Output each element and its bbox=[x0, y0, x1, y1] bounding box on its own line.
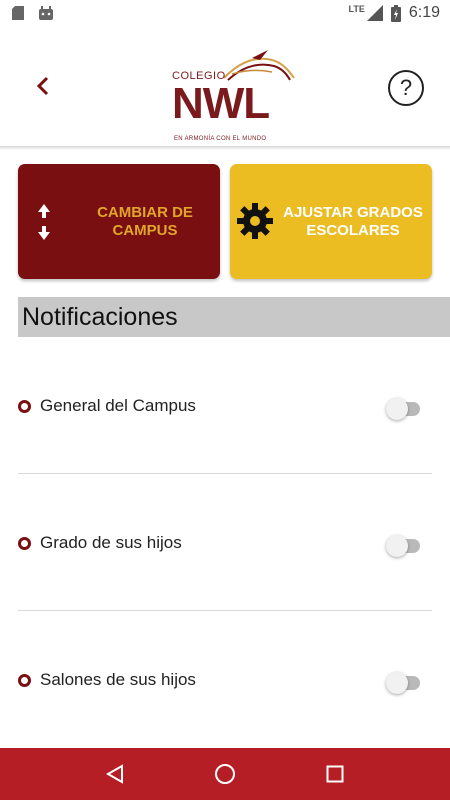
notification-item-general-campus: General del Campus bbox=[18, 381, 432, 431]
app-header: COLEGIO NWL EN ARMONÍA CON EL MUNDO ? bbox=[0, 26, 450, 146]
classrooms-toggle[interactable] bbox=[386, 669, 420, 694]
general-campus-toggle[interactable] bbox=[386, 395, 420, 420]
adjust-grades-button[interactable]: AJUSTAR GRADOS ESCOLARES bbox=[230, 164, 432, 279]
back-triangle-icon bbox=[105, 764, 123, 784]
home-circle-icon bbox=[215, 764, 235, 784]
logo-big-text: NWL bbox=[172, 79, 270, 128]
change-campus-label: CAMBIAR DE CAMPUS bbox=[97, 203, 193, 239]
toggle-thumb bbox=[386, 672, 408, 694]
nav-back-button[interactable] bbox=[95, 754, 135, 794]
change-campus-button[interactable]: CAMBIAR DE CAMPUS bbox=[18, 164, 220, 279]
notification-item-grade: Grado de sus hijos bbox=[18, 518, 432, 568]
swap-vertical-icon bbox=[36, 202, 52, 242]
divider bbox=[18, 610, 432, 611]
notifications-header: Notificaciones bbox=[18, 297, 450, 337]
nav-recents-button[interactable] bbox=[315, 754, 355, 794]
android-icon bbox=[39, 6, 53, 20]
recents-square-icon bbox=[326, 765, 344, 783]
status-bar: LTE 6:19 bbox=[0, 0, 450, 26]
colegio-nwl-logo: COLEGIO NWL EN ARMONÍA CON EL MUNDO bbox=[172, 48, 296, 142]
bullet-icon bbox=[18, 399, 31, 413]
gear-icon bbox=[236, 202, 274, 240]
help-icon: ? bbox=[399, 75, 413, 100]
back-button[interactable] bbox=[28, 71, 58, 101]
sd-card-icon bbox=[12, 6, 24, 20]
bullet-icon bbox=[18, 673, 31, 687]
nav-home-button[interactable] bbox=[205, 754, 245, 794]
notification-item-classrooms: Salones de sus hijos bbox=[18, 655, 432, 705]
notification-label: General del Campus bbox=[40, 396, 196, 415]
status-time: 6:19 bbox=[408, 4, 440, 21]
notification-label: Salones de sus hijos bbox=[40, 670, 196, 689]
adjust-grades-label: AJUSTAR GRADOS ESCOLARES bbox=[283, 203, 423, 239]
header-shadow bbox=[0, 146, 450, 150]
notifications-title: Notificaciones bbox=[22, 302, 178, 331]
system-nav-bar bbox=[0, 748, 450, 800]
notification-label: Grado de sus hijos bbox=[40, 533, 182, 552]
grade-toggle[interactable] bbox=[386, 532, 420, 557]
bullet-icon bbox=[18, 536, 31, 550]
divider bbox=[18, 473, 432, 474]
battery-icon bbox=[390, 4, 401, 22]
toggle-thumb bbox=[386, 535, 408, 557]
chevron-left-icon bbox=[36, 76, 49, 96]
signal-icon bbox=[366, 5, 383, 21]
network-type: LTE bbox=[348, 4, 365, 14]
logo-tagline: EN ARMONÍA CON EL MUNDO bbox=[174, 136, 267, 142]
toggle-thumb bbox=[386, 398, 408, 420]
help-button[interactable]: ? bbox=[388, 70, 424, 106]
